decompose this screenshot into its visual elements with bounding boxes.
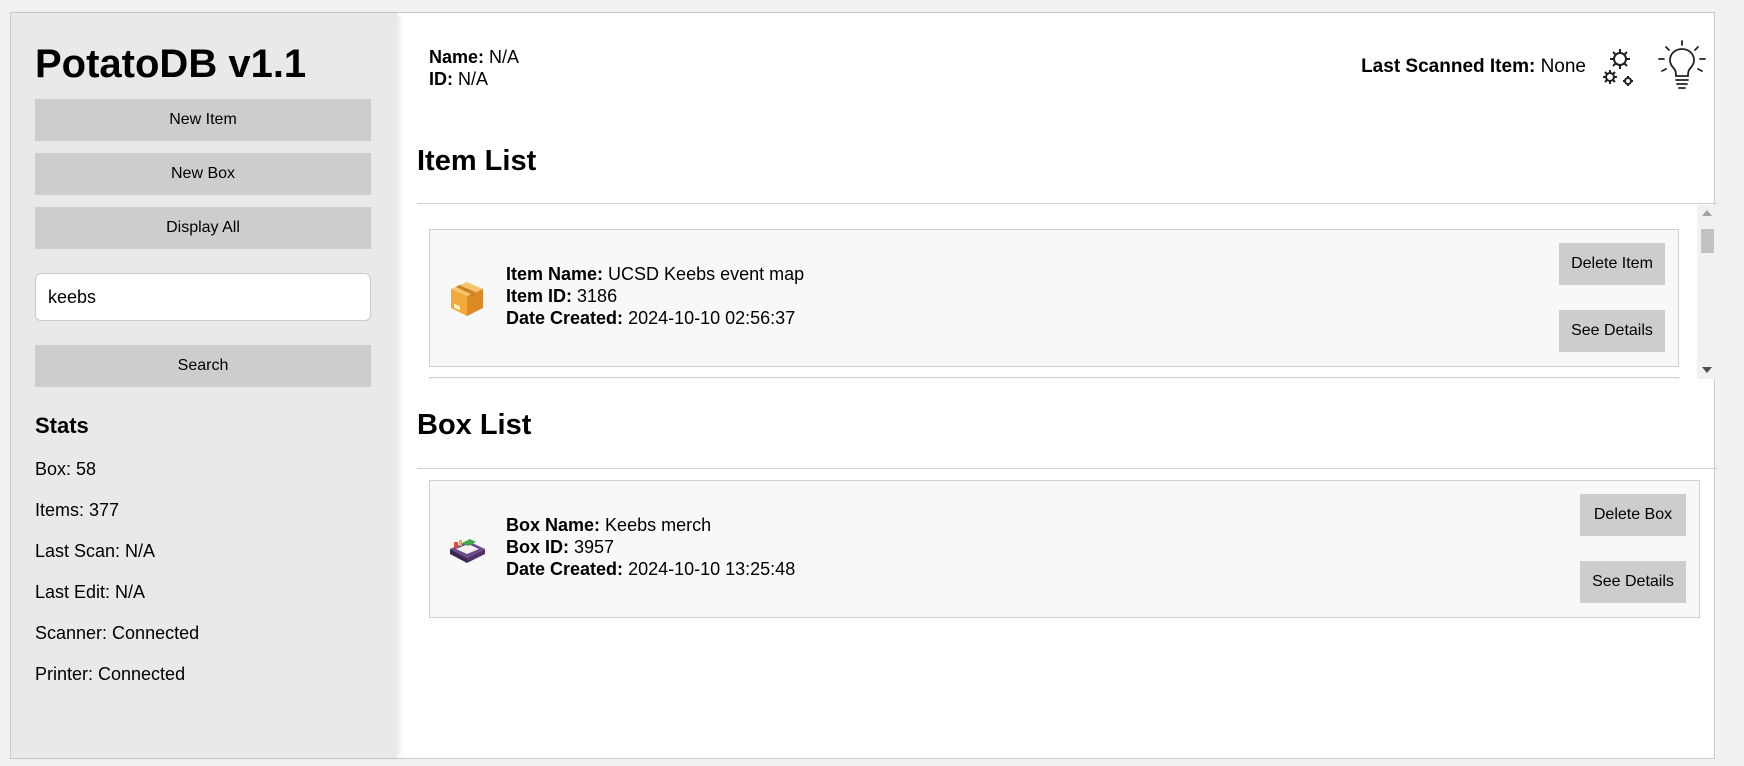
see-box-details-button[interactable]: See Details [1580, 561, 1686, 603]
last-scanned: Last Scanned Item: None [1361, 56, 1586, 78]
sidebar: PotatoDB v1.1 New Item New Box Display A… [11, 13, 397, 758]
id-label: ID: [429, 69, 453, 89]
item-list-title: Item List [417, 145, 537, 177]
search-button[interactable]: Search [35, 345, 371, 387]
item-card-partial [429, 377, 1679, 379]
stat-printer: Printer: Connected [35, 664, 186, 684]
last-scanned-label: Last Scanned Item: [1361, 56, 1536, 77]
box-list-divider [417, 468, 1717, 469]
name-value: N/A [489, 47, 520, 67]
app-title: PotatoDB v1.1 [35, 42, 307, 86]
new-box-button[interactable]: New Box [35, 153, 371, 195]
item-list-scrollbar[interactable] [1697, 205, 1717, 379]
stat-item-count: Items: 377 [35, 500, 120, 520]
item-id: 3186 [577, 286, 618, 306]
item-list-divider [417, 203, 1717, 204]
main-content: Name: N/A ID: N/A Last Scanned Item: Non… [397, 13, 1717, 758]
box-id-label: Box ID: [506, 537, 569, 557]
scroll-up-arrow-icon[interactable] [1702, 210, 1712, 216]
stat-last-scan: Last Scan: N/A [35, 541, 156, 561]
display-all-button[interactable]: Display All [35, 207, 371, 249]
app-window: PotatoDB v1.1 New Item New Box Display A… [10, 12, 1717, 759]
name-label: Name: [429, 47, 485, 67]
item-id-label: Item ID: [506, 286, 573, 306]
box-id: 3957 [574, 537, 615, 557]
lightbulb-icon[interactable] [1654, 39, 1710, 95]
stat-last-edit: Last Edit: N/A [35, 582, 146, 602]
item-date-label: Date Created: [506, 308, 624, 328]
scrollbar-thumb[interactable] [1701, 229, 1714, 253]
item-list[interactable]: Item Name: UCSD Keebs event map Item ID:… [417, 205, 1717, 379]
package-icon [448, 278, 486, 318]
item-details-text: Item Name: UCSD Keebs event map Item ID:… [506, 263, 804, 329]
gear-icon[interactable] [1598, 45, 1638, 89]
delete-item-button[interactable]: Delete Item [1559, 243, 1665, 285]
item-name-label: Item Name: [506, 264, 604, 284]
box-date-label: Date Created: [506, 559, 624, 579]
see-item-details-button[interactable]: See Details [1559, 310, 1665, 352]
box-list-title: Box List [417, 409, 532, 441]
item-card: Item Name: UCSD Keebs event map Item ID:… [429, 229, 1679, 367]
box-name: Keebs merch [605, 515, 712, 535]
current-selection-info: Name: N/A ID: N/A [429, 46, 519, 90]
stats-title: Stats [35, 413, 89, 438]
item-name: UCSD Keebs event map [608, 264, 805, 284]
box-name-label: Box Name: [506, 515, 601, 535]
id-value: N/A [458, 69, 489, 89]
last-scanned-value: None [1540, 56, 1586, 77]
scroll-down-arrow-icon[interactable] [1702, 367, 1712, 373]
stat-box-count: Box: 58 [35, 459, 97, 479]
search-input[interactable] [35, 273, 371, 321]
box-card: Box Name: Keebs merch Box ID: 3957 Date … [429, 480, 1700, 618]
stat-scanner: Scanner: Connected [35, 623, 200, 643]
new-item-button[interactable]: New Item [35, 99, 371, 141]
box-tray-icon [448, 529, 486, 569]
box-details-text: Box Name: Keebs merch Box ID: 3957 Date … [506, 514, 795, 580]
top-right-toolbar: Last Scanned Item: None [1361, 39, 1710, 95]
delete-box-button[interactable]: Delete Box [1580, 494, 1686, 536]
item-date: 2024-10-10 02:56:37 [628, 308, 796, 328]
box-date: 2024-10-10 13:25:48 [628, 559, 796, 579]
